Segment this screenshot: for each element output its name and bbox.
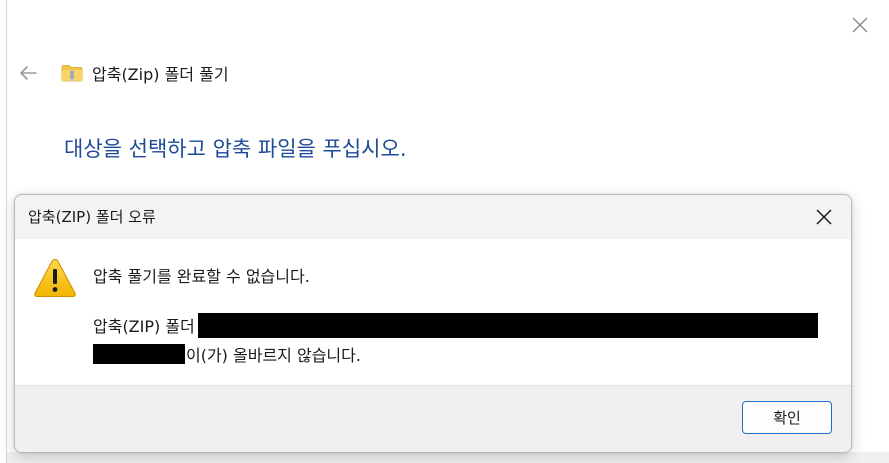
dialog-footer: 확인	[15, 385, 851, 452]
error-detail-line2: 이(가) 올바르지 않습니다.	[93, 343, 361, 365]
redacted-path	[197, 312, 818, 338]
wizard-title-row: 압축(Zip) 폴더 풀기	[61, 60, 229, 86]
close-icon	[816, 209, 832, 225]
error-detail-suffix: 이(가) 올바르지 않습니다.	[186, 346, 361, 365]
back-arrow-icon	[20, 66, 37, 80]
ok-button[interactable]: 확인	[742, 401, 832, 434]
wizard-title: 압축(Zip) 폴더 풀기	[92, 65, 229, 84]
dialog-titlebar: 압축(ZIP) 폴더 오류	[15, 195, 851, 239]
dialog-body: 압축 풀기를 완료할 수 없습니다. 압축(ZIP) 폴더 이(가) 올바르지 …	[15, 239, 851, 385]
wizard-close-button[interactable]	[849, 14, 871, 36]
zip-folder-icon	[61, 65, 83, 82]
redacted-filename	[93, 344, 185, 364]
back-button[interactable]	[17, 62, 39, 84]
error-dialog: 압축(ZIP) 폴더 오류 압축 풀기를 완료할 수 없습니다. 압축(ZIP)…	[14, 194, 852, 453]
close-icon	[852, 17, 868, 33]
error-detail-line1: 압축(ZIP) 폴더	[93, 312, 818, 338]
error-message: 압축 풀기를 완료할 수 없습니다.	[93, 267, 310, 286]
dialog-close-button[interactable]	[809, 203, 839, 231]
warning-icon	[34, 258, 76, 297]
wizard-heading: 대상을 선택하고 압축 파일을 푸십시오.	[64, 137, 407, 161]
dialog-title: 압축(ZIP) 폴더 오류	[28, 208, 156, 226]
error-detail-prefix: 압축(ZIP) 폴더	[93, 317, 195, 336]
wizard-footer-strip	[7, 452, 889, 463]
